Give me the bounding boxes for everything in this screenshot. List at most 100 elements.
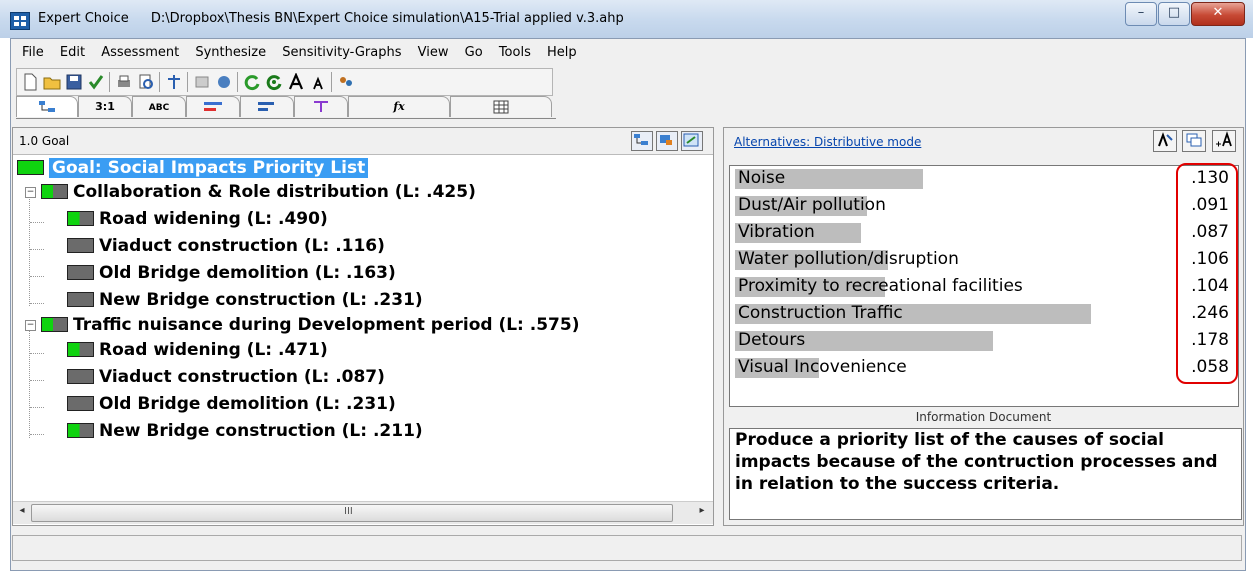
- scroll-right-icon[interactable]: ▸: [695, 505, 709, 519]
- tab-numerical-comparison[interactable]: 3:1: [78, 96, 132, 117]
- view-tabs: 3:1 ABC fx: [16, 96, 556, 119]
- alternatives-pane: Alternatives: Distributive mode Noise .13…: [723, 127, 1244, 526]
- sort-button[interactable]: [1153, 130, 1177, 152]
- alternative-row[interactable]: Visual Incovenience .058: [735, 355, 1235, 379]
- menu-synthesize[interactable]: Synthesize: [189, 43, 272, 60]
- alternative-node-icon: [67, 210, 94, 226]
- alternative-row[interactable]: Proximity to recreational facilities .104: [735, 274, 1235, 298]
- expand-view-button[interactable]: [681, 131, 703, 151]
- alternative-name: Proximity to recreational facilities: [738, 276, 1023, 296]
- tree-node-criterion[interactable]: Traffic nuisance during Development peri…: [41, 314, 580, 336]
- tab-direct[interactable]: [294, 96, 348, 117]
- tree-node-alternative[interactable]: Viaduct construction (L: .116): [67, 235, 385, 257]
- checkmark-icon[interactable]: [87, 73, 105, 91]
- alternatives-mode-link[interactable]: Alternatives: Distributive mode: [734, 135, 921, 149]
- collapse-toggle[interactable]: −: [25, 320, 36, 331]
- node-view-button[interactable]: [656, 131, 678, 151]
- font-size-icon: [1216, 131, 1232, 147]
- tree-view-button[interactable]: [631, 131, 653, 151]
- window-toggle-button[interactable]: [1182, 130, 1206, 152]
- alternative-label: Old Bridge demolition (L: .163): [99, 263, 396, 283]
- new-file-icon[interactable]: [21, 73, 39, 91]
- app-name: Expert Choice: [38, 11, 129, 26]
- tree-node-criterion[interactable]: Collaboration & Role distribution (L: .4…: [41, 181, 476, 203]
- menu-sensitivity-graphs[interactable]: Sensitivity-Graphs: [276, 43, 407, 60]
- menu-view[interactable]: View: [412, 43, 455, 60]
- tree-node-alternative[interactable]: Viaduct construction (L: .087): [67, 366, 385, 388]
- menu-go[interactable]: Go: [459, 43, 489, 60]
- tree-node-alternative[interactable]: Road widening (L: .490): [67, 208, 328, 230]
- alternative-row[interactable]: Noise .130: [735, 166, 1235, 190]
- close-icon: ✕: [1212, 5, 1224, 20]
- tree-node-alternative[interactable]: Road widening (L: .471): [67, 339, 328, 361]
- alternative-row[interactable]: Water pollution/disruption .106: [735, 247, 1235, 271]
- alternative-row[interactable]: Construction Traffic .246: [735, 301, 1235, 325]
- alternative-row[interactable]: Dust/Air pollution .091: [735, 193, 1235, 217]
- alternative-label: New Bridge construction (L: .231): [99, 290, 423, 310]
- alternative-row[interactable]: Vibration .087: [735, 220, 1235, 244]
- open-folder-icon[interactable]: [43, 73, 61, 91]
- horizontal-scrollbar[interactable]: ◂ III ▸: [13, 501, 713, 524]
- toolbar-separator: [237, 72, 238, 92]
- window-title: Expert Choice D:\Dropbox\Thesis BN\Exper…: [38, 11, 624, 26]
- collapse-toggle[interactable]: −: [25, 187, 36, 198]
- font-size-button[interactable]: [1212, 130, 1236, 152]
- scrollbar-thumb[interactable]: III: [31, 504, 673, 522]
- print-icon[interactable]: [115, 73, 133, 91]
- alternative-row[interactable]: Detours .178: [735, 328, 1235, 352]
- tree-connector: [30, 303, 44, 304]
- menu-assessment[interactable]: Assessment: [95, 43, 185, 60]
- edit-icon[interactable]: [193, 73, 211, 91]
- font-larger-icon[interactable]: [287, 73, 305, 91]
- minimize-button[interactable]: –: [1125, 2, 1157, 26]
- tree-pane: 1.0 Goal Goal: Social Impacts Priority L…: [12, 127, 714, 526]
- alternative-name: Detours: [738, 330, 806, 350]
- tree-branch-icon[interactable]: [165, 73, 183, 91]
- tree-connector: [29, 328, 30, 438]
- tab-abc-label: ABC: [148, 103, 170, 113]
- scroll-left-icon[interactable]: ◂: [15, 505, 29, 519]
- tab-graphical-comparison[interactable]: [186, 96, 240, 117]
- menu-edit[interactable]: Edit: [54, 43, 91, 60]
- tree-connector: [30, 276, 44, 277]
- tree-node-alternative[interactable]: New Bridge construction (L: .231): [67, 289, 423, 311]
- alternative-node-icon: [67, 264, 94, 280]
- tree-node-goal[interactable]: Goal: Social Impacts Priority List: [17, 157, 369, 179]
- toolbar-separator: [109, 72, 110, 92]
- tree-node-alternative[interactable]: Old Bridge demolition (L: .163): [67, 262, 396, 284]
- font-smaller-icon[interactable]: [309, 73, 327, 91]
- maximize-button[interactable]: □: [1158, 2, 1190, 26]
- tree-connector: [29, 196, 30, 306]
- tab-tree-view[interactable]: [16, 96, 78, 117]
- menu-file[interactable]: File: [16, 43, 50, 60]
- information-document[interactable]: Produce a priority list of the causes of…: [729, 428, 1242, 520]
- print-preview-icon[interactable]: [137, 73, 155, 91]
- tab-ratio-label: 3:1: [95, 100, 115, 113]
- flow-icon: [314, 101, 328, 112]
- recalculate-icon[interactable]: [265, 73, 283, 91]
- menu-tools[interactable]: Tools: [493, 43, 537, 60]
- participants-icon[interactable]: [337, 73, 355, 91]
- criterion-label: Traffic nuisance during Development peri…: [73, 315, 580, 335]
- tree-node-alternative[interactable]: Old Bridge demolition (L: .231): [67, 393, 396, 415]
- model-icon[interactable]: [215, 73, 233, 91]
- menu-help[interactable]: Help: [541, 43, 583, 60]
- refresh-icon[interactable]: [243, 73, 261, 91]
- toolbar: [16, 68, 553, 96]
- tree-view-icon: [39, 101, 55, 112]
- tree-icon: [634, 134, 648, 145]
- tree-view: Goal: Social Impacts Priority List − Col…: [13, 157, 713, 490]
- tree-node-alternative[interactable]: New Bridge construction (L: .211): [67, 420, 423, 442]
- criterion-node-icon: [41, 316, 68, 332]
- expand-icon: [683, 133, 699, 147]
- tab-formula[interactable]: fx: [348, 96, 450, 117]
- close-button[interactable]: ✕: [1191, 2, 1245, 26]
- fx-icon: fx: [393, 100, 405, 113]
- tree-connector: [30, 249, 44, 250]
- tab-questionnaire[interactable]: [240, 96, 294, 117]
- grid-icon: [493, 100, 509, 114]
- tab-data-grid[interactable]: [450, 96, 552, 117]
- tab-verbal-comparison[interactable]: ABC: [132, 96, 186, 117]
- alternative-name: Water pollution/disruption: [738, 249, 959, 269]
- save-icon[interactable]: [65, 73, 83, 91]
